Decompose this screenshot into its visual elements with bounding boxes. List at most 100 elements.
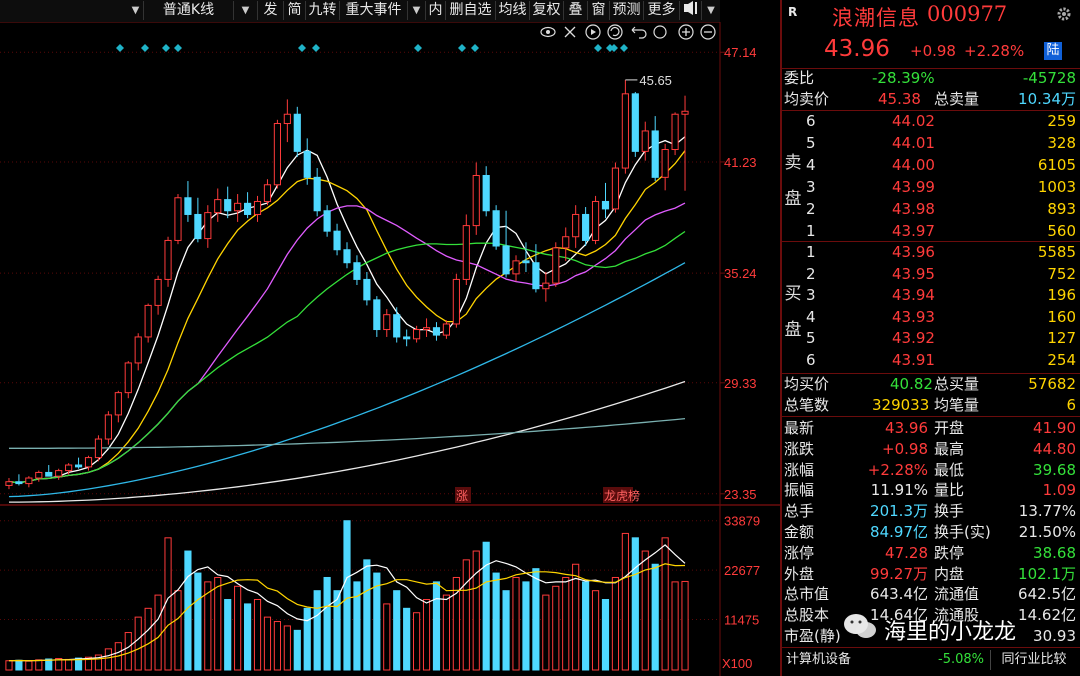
watermark-text: 海里的小龙龙 — [884, 620, 1017, 645]
window-button[interactable]: 窗 — [588, 1, 610, 20]
sell-level-row: 3 43.99 1003 — [782, 177, 1080, 198]
volume-bar — [492, 572, 500, 671]
candle-body — [204, 212, 212, 240]
more-button[interactable]: 更多 — [644, 1, 680, 20]
sell-volume: 893 — [1047, 200, 1076, 218]
volume-bar — [283, 625, 291, 671]
event-marker-icon — [298, 44, 306, 52]
weibi-label: 委比 — [784, 69, 815, 87]
r-marker: R — [788, 5, 798, 19]
volume-bar — [144, 607, 152, 671]
candle-body — [55, 470, 63, 477]
volume-bar — [591, 590, 600, 671]
kline-type-dropdown[interactable]: ▼ — [234, 1, 258, 20]
candle-body — [422, 327, 431, 331]
buy-price: 43.93 — [892, 307, 935, 326]
candle-body — [253, 200, 262, 215]
avg-sell-label: 均卖价 — [784, 90, 830, 108]
candle-body — [462, 225, 470, 280]
stat-value: 38.68 — [1033, 543, 1076, 562]
candle-body — [353, 262, 361, 280]
event-marker-icon — [458, 44, 466, 52]
quote-panel: R 浪潮信息 000977 43.96 +0.98 +2.28% 陆 委比 -2… — [780, 0, 1080, 676]
candle-body — [373, 299, 381, 331]
candle-body — [174, 197, 182, 241]
buy-level-row: 2 43.95 752 — [782, 264, 1080, 285]
volume-bar — [15, 659, 23, 671]
sell-level-row: 6 44.02 259 — [782, 111, 1080, 132]
industry-compare-button[interactable]: 同行业比较 — [990, 650, 1077, 670]
moving-average-button[interactable]: 均线 — [496, 1, 530, 20]
volume-bar — [5, 660, 13, 671]
gear-icon[interactable] — [1056, 6, 1072, 26]
sell-level: 3 — [806, 178, 816, 196]
volume-bar — [373, 572, 381, 671]
price-change: +0.98 — [910, 42, 956, 60]
buy-level-row: 6 43.91 254 — [782, 350, 1080, 371]
event-marker-icon — [162, 44, 170, 52]
stat-row: 总手 201.3万 换手 13.77% — [782, 501, 1080, 522]
jian-button[interactable]: 简 — [284, 1, 306, 20]
stock-code: 000977 — [927, 2, 1008, 26]
volume-bar — [572, 563, 580, 671]
candle-body — [641, 130, 649, 152]
remove-watchlist-button[interactable]: 删自选 — [446, 1, 496, 20]
volume-bar — [542, 594, 550, 671]
dropdown-arrow-icon[interactable]: ▼ — [128, 1, 144, 20]
candle-body — [681, 110, 689, 115]
candle-body — [651, 130, 659, 178]
buy-volume: 196 — [1047, 286, 1076, 304]
stat-label: 涨跌 — [784, 439, 815, 458]
jiuzhuan-button[interactable]: 九转 — [306, 1, 340, 20]
sell-level-row: 2 43.98 893 — [782, 199, 1080, 220]
stat-row: 涨跌 +0.98 最高 44.80 — [782, 439, 1080, 460]
volume-bar — [651, 563, 659, 671]
fa-button[interactable]: 发 — [258, 1, 284, 20]
volume-bar — [403, 607, 411, 671]
stat-row: 总市值 643.4亿 流通值 642.5亿 — [782, 584, 1080, 605]
pin-dropdown[interactable]: ▼ — [702, 1, 720, 20]
sell-level-row: 4 44.00 6105 — [782, 155, 1080, 176]
volume-bar — [303, 607, 311, 671]
total-buy-label: 总买量 — [934, 375, 980, 393]
sell-level-row: 5 44.01 328 — [782, 133, 1080, 154]
sell-level: 2 — [806, 200, 816, 218]
volume-bar — [393, 590, 401, 671]
sell-volume: 1003 — [1037, 178, 1076, 196]
major-events-button[interactable]: 重大事件 — [340, 1, 408, 20]
nei-button[interactable]: 内 — [426, 1, 446, 20]
buy-price: 43.91 — [892, 350, 935, 369]
candle-body — [532, 262, 540, 290]
event-marker-icon — [116, 44, 124, 52]
industry-name[interactable]: 计算机设备 — [786, 649, 851, 671]
stat-label: 内盘 — [934, 564, 965, 583]
forecast-button[interactable]: 预测 — [610, 1, 644, 20]
candle-body — [25, 477, 33, 485]
stat-label: 换手 — [934, 502, 965, 521]
stat-label: 最低 — [934, 460, 965, 479]
candle-body — [343, 249, 351, 264]
volume-bar — [174, 590, 182, 671]
sell-volume: 328 — [1047, 134, 1076, 152]
stock-header: R 浪潮信息 000977 43.96 +0.98 +2.28% 陆 — [782, 0, 1080, 69]
pin-icon[interactable] — [680, 1, 702, 20]
buy-label: 买盘 — [782, 276, 804, 348]
overlay-button[interactable]: 叠 — [564, 1, 588, 20]
sell-label: 卖盘 — [782, 145, 804, 217]
lock-icon[interactable] — [653, 25, 667, 39]
adjust-button[interactable]: 复权 — [530, 1, 564, 20]
avg-sell-row: 均卖价 45.38 总卖量 10.34万 — [782, 89, 1080, 110]
undo-icon[interactable] — [631, 26, 647, 39]
candle-body — [383, 314, 391, 331]
volume-bar — [512, 576, 520, 671]
stat-row: 振幅 11.91% 量比 1.09 — [782, 480, 1080, 501]
wechat-icon — [844, 614, 876, 638]
candle-body — [522, 260, 530, 264]
avg-buy-row: 均买价 40.82 总买量 57682 — [782, 374, 1080, 395]
kline-type-button[interactable]: 普通K线 — [144, 1, 234, 20]
stat-label: 涨停 — [784, 543, 815, 562]
volume-bar — [263, 616, 272, 671]
scissors-icon[interactable] — [564, 26, 576, 38]
events-dropdown[interactable]: ▼ — [408, 1, 426, 20]
stat-row: 涨幅 +2.28% 最低 39.68 — [782, 460, 1080, 481]
